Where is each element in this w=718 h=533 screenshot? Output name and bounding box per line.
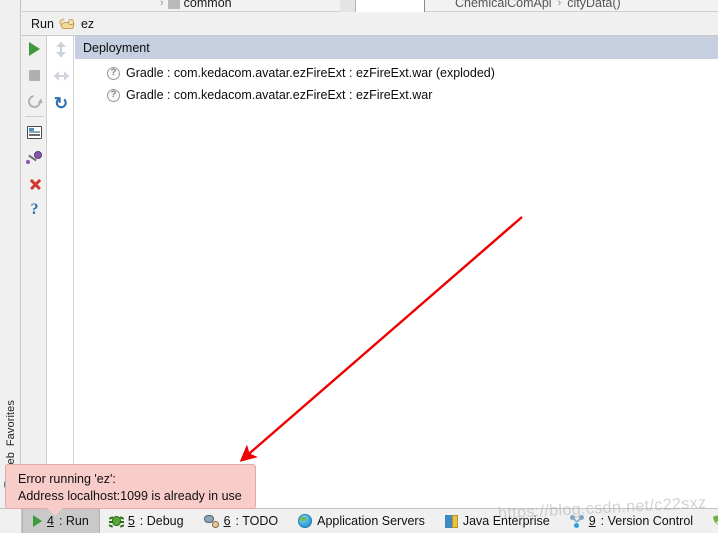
play-icon bbox=[29, 42, 40, 56]
up-down-arrows-icon bbox=[54, 42, 69, 57]
todo-icon bbox=[203, 514, 219, 528]
run-tool-window-title: Run bbox=[31, 17, 54, 31]
deployment-artifact-label: Gradle : com.kedacom.avatar.ezFireExt : … bbox=[126, 88, 433, 102]
run-toolbar: ? bbox=[22, 36, 47, 508]
status-bar-item-debug-label: : Debug bbox=[139, 514, 184, 528]
sidebar-item-favorites[interactable]: Favorites bbox=[0, 397, 21, 449]
status-bar-item-todo-number: 6 bbox=[223, 514, 231, 528]
pin-tab-button[interactable] bbox=[22, 145, 47, 171]
console-icon bbox=[27, 125, 42, 139]
rerun-button[interactable] bbox=[22, 36, 47, 62]
sidebar-item-favorites-label: Favorites bbox=[4, 400, 17, 447]
error-tooltip-line2: Address localhost:1099 is already in use bbox=[18, 489, 242, 503]
project-breadcrumb[interactable]: › common bbox=[160, 0, 232, 10]
error-tooltip-pointer bbox=[47, 508, 63, 516]
table-row[interactable]: ? Gradle : com.kedacom.avatar.ezFireExt … bbox=[75, 84, 718, 106]
error-tooltip-line1: Error running 'ez': bbox=[18, 472, 116, 486]
status-bar-item-todo[interactable]: 6 : TODO bbox=[194, 509, 289, 533]
stop-button[interactable] bbox=[22, 62, 47, 88]
status-bar-item-todo-label: : TODO bbox=[235, 514, 279, 528]
status-bar-item-java-enterprise[interactable]: Java Enterprise bbox=[435, 509, 560, 533]
deployment-section-header[interactable]: Deployment bbox=[75, 36, 718, 59]
status-bar-item-debug[interactable]: 5 : Debug bbox=[100, 509, 194, 533]
left-tool-window-bar: Favorites Web bbox=[0, 13, 21, 508]
editor-tab-active[interactable] bbox=[355, 0, 425, 12]
project-breadcrumb-label: common bbox=[183, 0, 232, 10]
run-tool-window-header: Run ez bbox=[22, 13, 718, 36]
status-bar-item-version-control[interactable]: 9 : Version Control bbox=[560, 509, 703, 533]
intellij-idea-window: › common ChemicalComApi › cityData() Fav… bbox=[0, 0, 718, 533]
version-control-icon bbox=[569, 514, 584, 528]
bug-icon bbox=[108, 515, 124, 528]
status-bar-item-debug-number: 5 bbox=[127, 514, 135, 528]
spring-leaf-icon bbox=[713, 513, 718, 528]
breadcrumb-method-label: cityData() bbox=[567, 0, 621, 10]
app-servers-icon bbox=[298, 514, 313, 528]
deployment-tree-toolbar: ↻ bbox=[48, 36, 74, 508]
question-mark-icon: ? bbox=[107, 66, 120, 80]
question-mark-icon: ? bbox=[107, 88, 120, 102]
run-tool-window-body: ? ↻ Deployment ? Gradle : com.kedacom.av… bbox=[22, 36, 718, 508]
deployment-tree: Deployment ? Gradle : com.kedacom.avatar… bbox=[75, 36, 718, 508]
status-bar-item-run-label: : Run bbox=[58, 514, 89, 528]
status-bar-item-application-servers-label: Application Servers bbox=[317, 514, 425, 528]
folder-icon bbox=[167, 0, 180, 9]
table-row[interactable]: ? Gradle : com.kedacom.avatar.ezFireExt … bbox=[75, 62, 718, 84]
restart-button[interactable] bbox=[22, 88, 47, 114]
editor-tab-inactive[interactable] bbox=[340, 0, 355, 12]
status-bar-item-java-enterprise-label: Java Enterprise bbox=[462, 514, 550, 528]
toolbar-divider bbox=[25, 116, 44, 117]
help-icon: ? bbox=[30, 201, 39, 218]
close-icon bbox=[28, 177, 42, 191]
expand-collapse-button[interactable] bbox=[48, 36, 74, 63]
status-bar: 4 : Run 5 : Debug 6 : TODO Application Serv… bbox=[0, 508, 718, 533]
tomcat-icon bbox=[58, 17, 75, 31]
restart-icon bbox=[25, 91, 44, 111]
status-bar-item-spring[interactable]: Spring bbox=[703, 509, 718, 533]
pin-icon bbox=[26, 151, 42, 165]
java-ee-icon bbox=[444, 514, 458, 528]
left-gutter-top bbox=[0, 0, 21, 13]
status-bar-gutter bbox=[0, 508, 22, 533]
chevron-right-icon: › bbox=[160, 0, 164, 9]
refresh-button[interactable]: ↻ bbox=[48, 90, 74, 117]
breadcrumb-class-label: ChemicalComApi bbox=[455, 0, 552, 10]
status-bar-item-version-control-number: 9 bbox=[588, 514, 596, 528]
chevron-right-icon: › bbox=[557, 0, 562, 9]
close-button[interactable] bbox=[22, 171, 47, 197]
editor-breadcrumb-strip: › common ChemicalComApi › cityData() bbox=[0, 0, 718, 13]
status-bar-item-run-number: 4 bbox=[47, 514, 54, 528]
sync-icon: ↻ bbox=[53, 93, 69, 113]
collapse-all-button[interactable] bbox=[48, 63, 74, 90]
run-configuration-name[interactable]: ez bbox=[81, 17, 94, 31]
deployment-artifact-label: Gradle : com.kedacom.avatar.ezFireExt : … bbox=[126, 66, 495, 80]
status-bar-item-version-control-label: : Version Control bbox=[600, 514, 694, 528]
left-right-arrows-icon bbox=[53, 69, 69, 84]
error-tooltip: Error running 'ez': Address localhost:10… bbox=[5, 464, 256, 509]
stop-icon bbox=[29, 69, 40, 81]
console-button[interactable] bbox=[22, 119, 47, 145]
play-icon bbox=[33, 515, 42, 527]
status-bar-item-application-servers[interactable]: Application Servers bbox=[288, 509, 435, 533]
deployment-section-label: Deployment bbox=[83, 40, 150, 55]
help-button[interactable]: ? bbox=[22, 197, 47, 223]
editor-breadcrumb[interactable]: ChemicalComApi › cityData() bbox=[455, 0, 621, 10]
